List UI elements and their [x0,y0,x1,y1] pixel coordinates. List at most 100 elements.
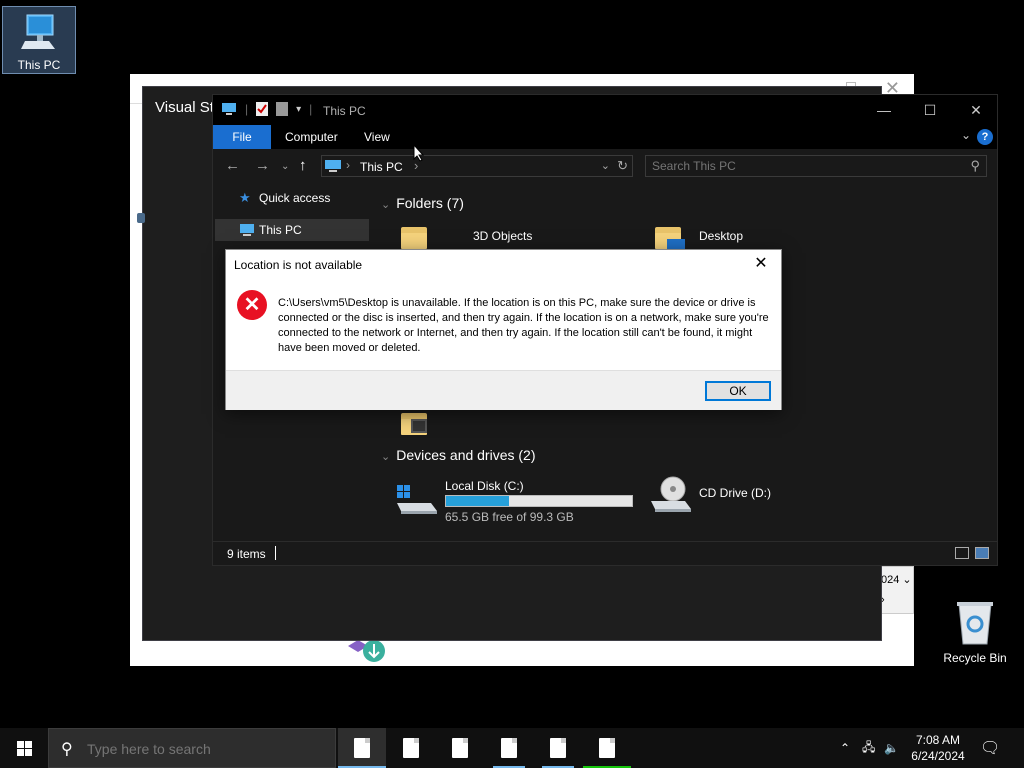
close-button[interactable]: ✕ [953,95,999,125]
network-icon[interactable]: 🖧 [862,728,875,768]
dialog-footer: OK [226,370,781,410]
cd-drive-icon [651,476,691,512]
document-icon [599,738,615,758]
taskbar-search[interactable]: ⚲ [48,728,336,768]
explorer-titlebar[interactable]: | ▾ | This PC — ☐ ✕ [213,95,997,125]
clock-time: 7:08 AM [915,733,961,747]
separator: | [309,102,313,116]
close-icon[interactable]: ✕ [747,252,775,276]
refresh-icon[interactable]: ↻ [617,158,628,174]
folder-icon[interactable] [401,225,429,249]
details-view-icon[interactable] [955,547,969,559]
drive-free-text: 65.5 GB free of 99.3 GB [445,510,574,524]
tab-view[interactable]: View [350,125,404,149]
drive-usage-bar [445,495,633,507]
maximize-button[interactable]: ☐ [907,95,953,125]
system-clock[interactable]: 7:08 AM 6/24/2024 [900,732,976,764]
customize-toolbar-icon[interactable]: ▾ [296,104,301,115]
taskbar-app-1[interactable] [338,728,386,768]
recycle-bin-label: Recycle Bin [943,651,1007,665]
up-arrow-icon[interactable]: ↑ [299,157,307,174]
background-dropdown-text: 024 [881,574,900,586]
breadcrumb[interactable]: This PC [360,160,403,174]
properties-icon[interactable] [256,102,269,116]
status-bar: 9 items [213,541,997,565]
view-switcher [955,547,989,559]
mouse-cursor-icon [413,144,425,162]
large-icons-view-icon[interactable] [975,547,989,559]
taskbar-search-input[interactable] [87,740,327,758]
drive-usage-fill [446,496,510,506]
clock-date: 6/24/2024 [911,749,965,763]
taskbar-app-6[interactable] [583,728,631,768]
taskbar-app-2[interactable] [387,728,435,768]
explorer-title: This PC [323,104,366,118]
search-input[interactable] [652,158,952,174]
help-icon[interactable]: ? [977,129,993,145]
document-icon [501,738,517,758]
forward-arrow-icon[interactable]: → [255,157,270,174]
this-pc-desktop-icon[interactable]: This PC [2,6,76,74]
taskbar: ⚲ ⌃ 🖧 🔈 7:08 AM 6/24/2024 🗨 [0,728,1024,768]
search-icon[interactable]: ⚲ [970,158,980,174]
dialog-title: Location is not available [234,258,363,272]
sidebar-item-quick-access[interactable]: ★ Quick access [215,187,369,209]
folders-header-label: Folders (7) [396,195,464,211]
local-disk-icon [397,485,437,514]
chevron-down-icon: ⌄ [381,451,391,463]
status-divider [275,546,276,560]
shield-icon [137,213,145,223]
new-folder-icon[interactable] [276,102,289,116]
recycle-bin-desktop-icon[interactable]: Recycle Bin [938,600,1012,665]
separator: | [245,102,249,116]
drives-group-header[interactable]: ⌄ Devices and drives (2) [381,447,536,463]
drive-label: CD Drive (D:) [699,486,771,500]
chevron-right-icon: › [881,594,885,606]
ok-button[interactable]: OK [705,381,771,401]
computer-icon [325,160,341,172]
navigation-bar: ← → ⌄ ↑ › This PC › ⌄ ↻ ⚲ [213,149,997,183]
document-icon [452,738,468,758]
taskbar-app-3[interactable] [436,728,484,768]
visual-studio-title: Visual St [155,99,214,116]
sidebar-item-label: This PC [259,223,302,237]
recent-locations-icon[interactable]: ⌄ [281,161,289,172]
search-box[interactable]: ⚲ [645,155,987,177]
folder-label[interactable]: 3D Objects [473,229,532,243]
back-arrow-icon[interactable]: ← [225,157,240,174]
document-icon [354,738,370,758]
minimize-button[interactable]: — [861,95,907,125]
volume-muted-icon[interactable]: 🔈 [884,728,899,768]
breadcrumb-separator-icon: › [346,158,350,172]
tab-computer[interactable]: Computer [271,125,352,149]
videos-folder-icon[interactable] [401,411,429,435]
folder-icon[interactable] [655,225,685,251]
notification-icon[interactable]: 🗨 [980,738,1000,758]
tab-file[interactable]: File [213,125,271,149]
drive-label: Local Disk (C:) [445,479,524,493]
taskbar-app-4[interactable] [485,728,533,768]
ribbon-tabs: File Computer View ⌄ ? [213,125,997,149]
folders-group-header[interactable]: ⌄ Folders (7) [381,195,464,211]
item-count: 9 items [227,547,266,561]
this-pc-label: This PC [17,58,61,72]
recycle-bin-icon [957,602,993,645]
folder-label[interactable]: Desktop [699,229,743,243]
address-bar[interactable]: › This PC › ⌄ ↻ [321,155,633,177]
quick-access-toolbar: | ▾ | [221,102,312,116]
document-icon [403,738,419,758]
taskbar-app-5[interactable] [534,728,582,768]
show-hidden-icons-icon[interactable]: ⌃ [840,728,850,768]
error-icon: ✕ [237,290,267,320]
sidebar-item-this-pc[interactable]: This PC [215,219,369,241]
address-dropdown-icon[interactable]: ⌄ [601,159,610,172]
start-button[interactable] [0,728,48,768]
computer-icon [222,103,236,115]
expand-ribbon-icon[interactable]: ⌄ [961,128,971,142]
chevron-down-icon: ⌄ [381,199,391,211]
star-icon: ★ [239,190,251,205]
chevron-down-icon: ⌄ [902,574,912,586]
computer-icon [21,14,55,49]
dialog-message: C:\Users\vm5\Desktop is unavailable. If … [278,297,769,354]
document-icon [550,738,566,758]
